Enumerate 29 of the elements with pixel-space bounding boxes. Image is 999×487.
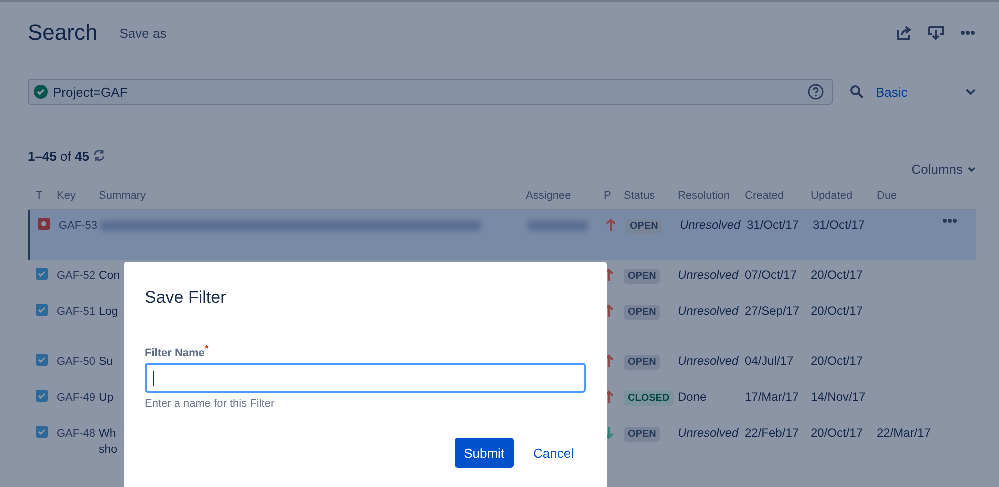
- status-lozenge: OPEN: [624, 269, 660, 284]
- date-text: 27/Sep/17: [745, 304, 800, 318]
- date-text: 04/Jul/17: [745, 354, 794, 368]
- date-text: 22/Mar/17: [877, 426, 932, 440]
- resolution-text: Done: [678, 390, 707, 404]
- date-text: 20/Oct/17: [811, 426, 864, 440]
- date-text: 31/Oct/17: [813, 218, 866, 232]
- dialog-title: Save Filter: [145, 288, 228, 308]
- result-count: 1–45 of 45: [28, 149, 90, 164]
- page-title: Search: [28, 20, 98, 46]
- field-hint: Enter a name for this Filter: [145, 398, 276, 410]
- status-lozenge: CLOSED: [624, 391, 674, 406]
- date-text: 07/Oct/17: [745, 268, 798, 282]
- status-lozenge: OPEN: [624, 305, 660, 320]
- resolution-text: Unresolved: [678, 354, 739, 368]
- date-text: 14/Nov/17: [811, 390, 866, 404]
- resolution-text: Unresolved: [680, 218, 741, 232]
- resolution-text: Unresolved: [678, 426, 739, 440]
- date-text: 20/Oct/17: [811, 304, 864, 318]
- date-text: 22/Feb/17: [745, 426, 800, 440]
- resolution-text: Unresolved: [678, 304, 739, 318]
- status-lozenge: OPEN: [626, 219, 662, 234]
- date-text: 20/Oct/17: [811, 268, 864, 282]
- status-lozenge: OPEN: [624, 355, 660, 370]
- status-lozenge: OPEN: [624, 427, 660, 442]
- date-text: 20/Oct/17: [811, 354, 864, 368]
- date-text: 17/Mar/17: [745, 390, 800, 404]
- resolution-text: Unresolved: [678, 268, 739, 282]
- date-text: 31/Oct/17: [747, 218, 800, 232]
